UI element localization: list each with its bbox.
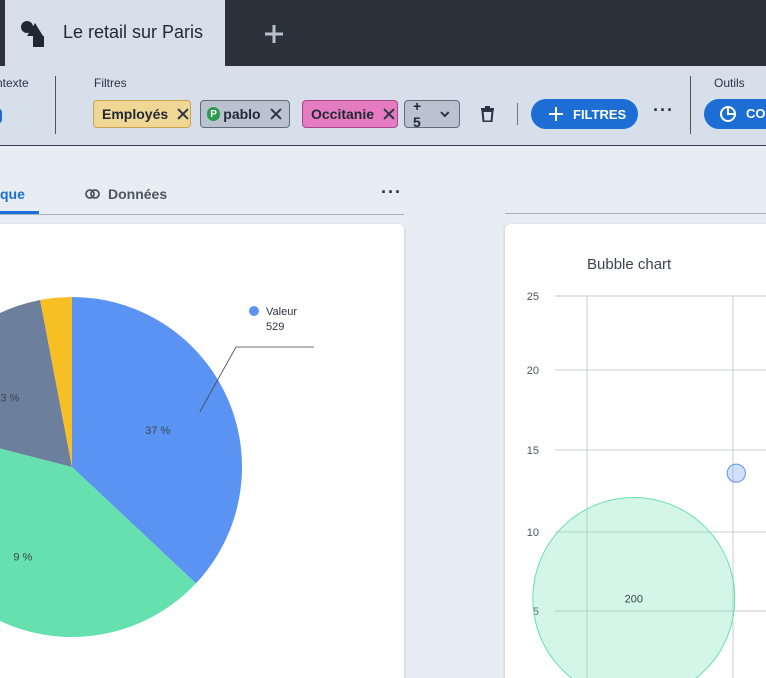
pie-chart: 37 % 9 % 13 % Valeur 529 — [0, 297, 314, 638]
tools-button[interactable]: CO — [704, 99, 766, 129]
pie-chart-card: 37 % 9 % 13 % Valeur 529 — [0, 224, 404, 678]
tab-graphique[interactable]: que — [0, 186, 25, 202]
app-tab-bar: Le retail sur Paris — [0, 0, 766, 66]
context-indicator[interactable] — [0, 109, 2, 123]
divider — [690, 76, 691, 134]
shapes-icon — [21, 21, 44, 47]
slice-label: 9 % — [13, 551, 32, 563]
filter-chip-employes[interactable]: Employés — [93, 100, 191, 128]
slice-label: 37 % — [145, 425, 170, 437]
bubble — [532, 497, 736, 678]
legend-name: Valeur — [266, 306, 297, 318]
chevron-down-icon — [440, 111, 450, 118]
bubble-chart: Bubble chart252015105200 — [527, 256, 766, 678]
tab-title: Le retail sur Paris — [63, 22, 204, 42]
filter-chip-pablo[interactable]: P pablo — [200, 100, 290, 128]
widget-menu-icon[interactable]: ··· — [381, 182, 402, 203]
widget-tabs: que Données ··· — [0, 146, 404, 215]
plus-icon — [549, 107, 563, 121]
y-tick-label: 25 — [527, 291, 539, 303]
close-icon[interactable] — [177, 108, 182, 120]
filters-label: Filtres — [94, 76, 127, 90]
context-label: ntexte — [0, 76, 29, 90]
tools-label: Outils — [714, 76, 745, 90]
user-badge-icon: P — [207, 107, 221, 121]
button-label: CO — [746, 106, 766, 121]
y-tick-label: 15 — [527, 445, 539, 457]
legend-value: 529 — [266, 321, 284, 333]
active-tab-indicator — [0, 211, 39, 214]
bubble — [726, 463, 746, 483]
trash-icon[interactable] — [480, 106, 495, 122]
close-icon[interactable] — [383, 108, 389, 120]
bubble-label: 200 — [625, 594, 643, 606]
link-icon — [85, 189, 100, 199]
tab-le-retail[interactable]: Le retail sur Paris — [5, 0, 225, 66]
close-icon[interactable] — [270, 108, 281, 120]
chip-label: Occitanie — [311, 106, 375, 122]
divider — [55, 76, 56, 134]
button-label: FILTRES — [573, 106, 627, 122]
add-tab-icon[interactable] — [262, 22, 286, 46]
divider — [505, 213, 766, 214]
legend-marker — [249, 306, 259, 316]
tab-label: Données — [108, 186, 168, 202]
chip-label: Employés — [102, 106, 169, 122]
more-options-icon[interactable]: ··· — [653, 100, 674, 121]
more-filters-chip[interactable]: + 5 — [404, 98, 460, 130]
bubble-chart-card: Bubble chart 25 20 15 10 5 200 — [505, 224, 766, 678]
divider — [517, 103, 518, 125]
slice-label: 13 % — [0, 393, 20, 405]
filter-chip-occitanie[interactable]: Occitanie — [302, 100, 398, 128]
y-tick-label: 10 — [527, 527, 539, 539]
tab-donnees[interactable]: Données — [85, 186, 167, 202]
add-filter-button[interactable]: FILTRES — [531, 99, 638, 129]
chip-label: pablo — [223, 106, 261, 122]
more-count: + 5 — [413, 98, 422, 130]
y-tick-label: 20 — [527, 365, 539, 377]
filter-toolbar: ntexte Filtres Employés P pablo Occitani… — [0, 66, 766, 146]
chart-title: Bubble chart — [587, 256, 672, 273]
pie-chart-icon — [720, 106, 736, 122]
